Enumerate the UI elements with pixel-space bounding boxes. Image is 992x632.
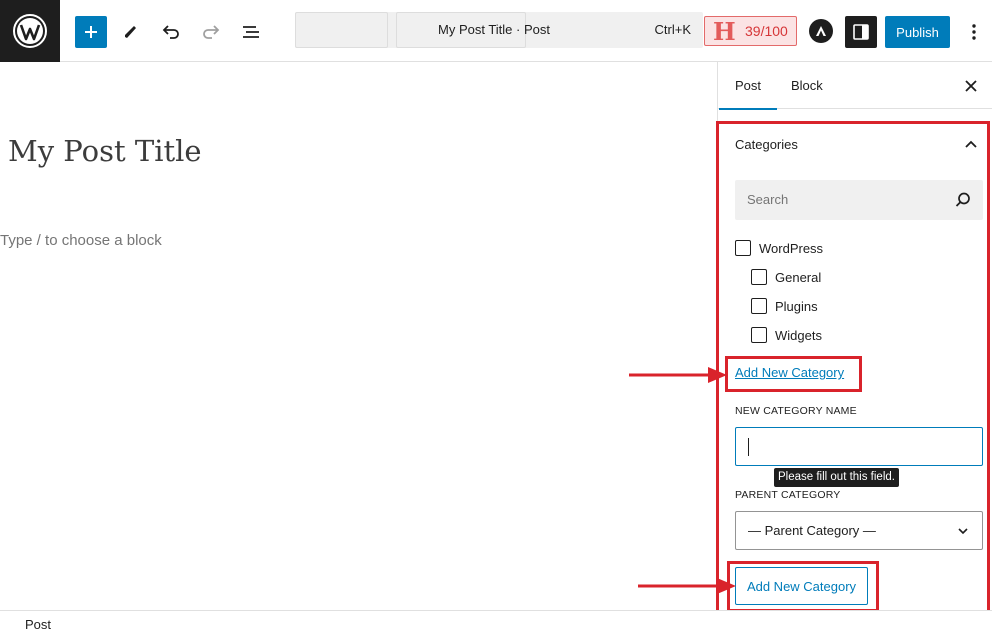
undo-icon	[162, 25, 179, 39]
astra-settings-icon[interactable]	[809, 19, 833, 43]
add-new-category-link[interactable]: Add New Category	[735, 365, 844, 380]
plus-icon	[85, 26, 97, 38]
category-item-general[interactable]: General	[751, 269, 821, 285]
search-placeholder: Search	[747, 192, 789, 207]
category-item-plugins[interactable]: Plugins	[751, 298, 818, 314]
parent-category-label: PARENT CATEGORY	[735, 489, 841, 501]
chevron-down-icon	[958, 528, 968, 535]
checkbox[interactable]	[751, 298, 767, 314]
sidebar-icon	[853, 24, 869, 40]
more-vertical-icon	[972, 24, 976, 40]
category-item-wordpress[interactable]: WordPress	[735, 240, 823, 256]
close-sidebar-button[interactable]	[959, 74, 983, 98]
tab-post[interactable]: Post	[718, 62, 778, 110]
command-palette-title: My Post Title · Post	[438, 22, 550, 37]
category-label: General	[775, 269, 822, 285]
list-view-icon	[243, 26, 259, 38]
close-icon	[965, 80, 977, 92]
post-title[interactable]: My Post Title	[8, 134, 202, 168]
new-category-name-label: NEW CATEGORY NAME	[735, 405, 857, 417]
add-block-button[interactable]	[75, 16, 107, 48]
redo-icon	[203, 25, 220, 39]
text-caret	[748, 438, 749, 456]
seo-score-badge[interactable]: H 39/100	[704, 16, 797, 46]
undo-button[interactable]	[155, 16, 187, 48]
checkbox[interactable]	[751, 269, 767, 285]
document-overview-button[interactable]	[235, 16, 267, 48]
tab-block[interactable]: Block	[791, 62, 823, 109]
parent-category-value: — Parent Category —	[748, 523, 876, 538]
editor-canvas: My Post Title Type / to choose a block	[0, 62, 717, 610]
search-icon	[955, 192, 970, 207]
category-label: Plugins	[775, 298, 818, 314]
editor-footer: Post	[0, 610, 992, 632]
settings-sidebar: Post Block Categories Search WordPress G…	[717, 62, 992, 610]
redo-button[interactable]	[195, 16, 227, 48]
seo-score-value: 39/100	[745, 23, 788, 39]
sidebar-tabs: Post Block	[718, 62, 992, 110]
tools-button[interactable]	[114, 16, 146, 48]
chevron-up-icon[interactable]	[961, 134, 981, 154]
seo-logo-icon: H	[713, 16, 736, 46]
wordpress-logo-icon[interactable]	[0, 0, 60, 62]
category-label: WordPress	[759, 240, 824, 256]
command-shortcut: Ctrl+K	[654, 22, 691, 37]
publish-button[interactable]: Publish	[885, 16, 950, 48]
parent-category-select[interactable]: — Parent Category —	[735, 511, 983, 550]
editor-header: My Post Title · Post Ctrl+K H 39/100 Pub…	[0, 0, 992, 62]
command-palette-bar[interactable]: My Post Title · Post Ctrl+K	[295, 12, 703, 48]
settings-sidebar-toggle[interactable]	[845, 16, 877, 48]
checkbox[interactable]	[751, 327, 767, 343]
command-bar-left-segment	[295, 12, 388, 48]
category-label: Widgets	[775, 327, 822, 343]
validation-tooltip: Please fill out this field.	[774, 468, 899, 487]
options-menu-button[interactable]	[962, 16, 986, 48]
category-search-input[interactable]: Search	[735, 180, 983, 220]
new-category-name-input[interactable]	[735, 427, 983, 466]
add-new-category-button[interactable]: Add New Category	[735, 567, 868, 605]
categories-panel-title[interactable]: Categories	[735, 137, 798, 152]
pencil-icon	[125, 26, 136, 38]
checkbox[interactable]	[735, 240, 751, 256]
block-appender-placeholder[interactable]: Type / to choose a block	[0, 232, 162, 249]
category-item-widgets[interactable]: Widgets	[751, 327, 822, 343]
